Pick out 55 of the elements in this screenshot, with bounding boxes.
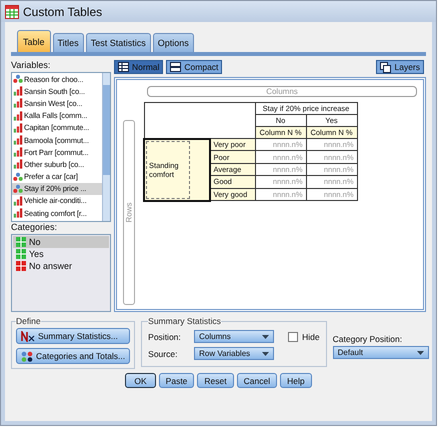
scale-icon [13, 98, 23, 108]
table-icon [5, 4, 19, 18]
source-label: Source: [148, 348, 178, 358]
position-label: Position: [148, 332, 182, 342]
category-item[interactable]: No [13, 236, 109, 248]
rows-drop-zone: Rows [123, 120, 135, 305]
dialog-button[interactable]: Categories and Totals... [16, 348, 130, 364]
category-item[interactable]: No answer [13, 260, 109, 272]
caret-icon [262, 334, 270, 338]
categories-label: Categories: [11, 222, 58, 232]
dialog-button[interactable]: Paste [158, 373, 194, 388]
tab[interactable]: Options [152, 33, 194, 52]
category-item[interactable]: Yes [13, 248, 109, 260]
source-dropdown[interactable]: Row Variables [194, 347, 274, 360]
grid-icon [118, 62, 129, 72]
view-button[interactable]: Compact [166, 60, 222, 74]
scale-icon [13, 86, 23, 96]
caret-icon [416, 350, 424, 354]
layers-icon [380, 62, 392, 72]
window-title: Custom Tables [23, 4, 102, 18]
category-position-dropdown[interactable]: Default [332, 346, 429, 359]
dialog-button[interactable]: Help [280, 373, 312, 388]
category-icon [16, 249, 26, 259]
scale-icon [13, 122, 23, 133]
nominal-icon [13, 172, 23, 182]
variables-label: Variables: [11, 60, 52, 70]
hide-checkbox[interactable]: Hide [288, 332, 320, 342]
category-position-label: Category Position: [332, 334, 404, 344]
tab[interactable]: Table [17, 30, 51, 52]
dialog-button[interactable]: Summary Statistics... [16, 328, 130, 344]
dialog-button[interactable]: OK [125, 373, 156, 388]
missing-category-icon [16, 261, 26, 271]
dialog-button[interactable]: Reset [197, 373, 234, 388]
tab[interactable]: Test Statistics [86, 33, 151, 52]
layers-button[interactable]: Layers [376, 60, 424, 74]
statistics-icon [21, 330, 35, 342]
nominal-icon [13, 74, 23, 84]
scale-icon [13, 135, 23, 146]
scale-icon [13, 159, 23, 170]
group-title: Summary Statistics [148, 316, 221, 326]
position-dropdown[interactable]: Columns [194, 330, 274, 343]
category-icon [16, 237, 26, 247]
scale-icon [13, 147, 23, 158]
tab[interactable]: Titles [52, 33, 84, 52]
categories-icon [21, 350, 33, 362]
scale-icon [13, 196, 23, 206]
caret-icon [262, 352, 270, 356]
nominal-icon [13, 184, 23, 194]
columns-drop-zone: Columns [147, 86, 417, 97]
rows-icon [170, 62, 182, 72]
view-button[interactable]: Normal [114, 60, 164, 74]
dialog-button[interactable]: Cancel [236, 373, 278, 388]
scale-icon [13, 208, 23, 218]
group-title: Define [16, 316, 41, 326]
scale-icon [13, 110, 23, 121]
